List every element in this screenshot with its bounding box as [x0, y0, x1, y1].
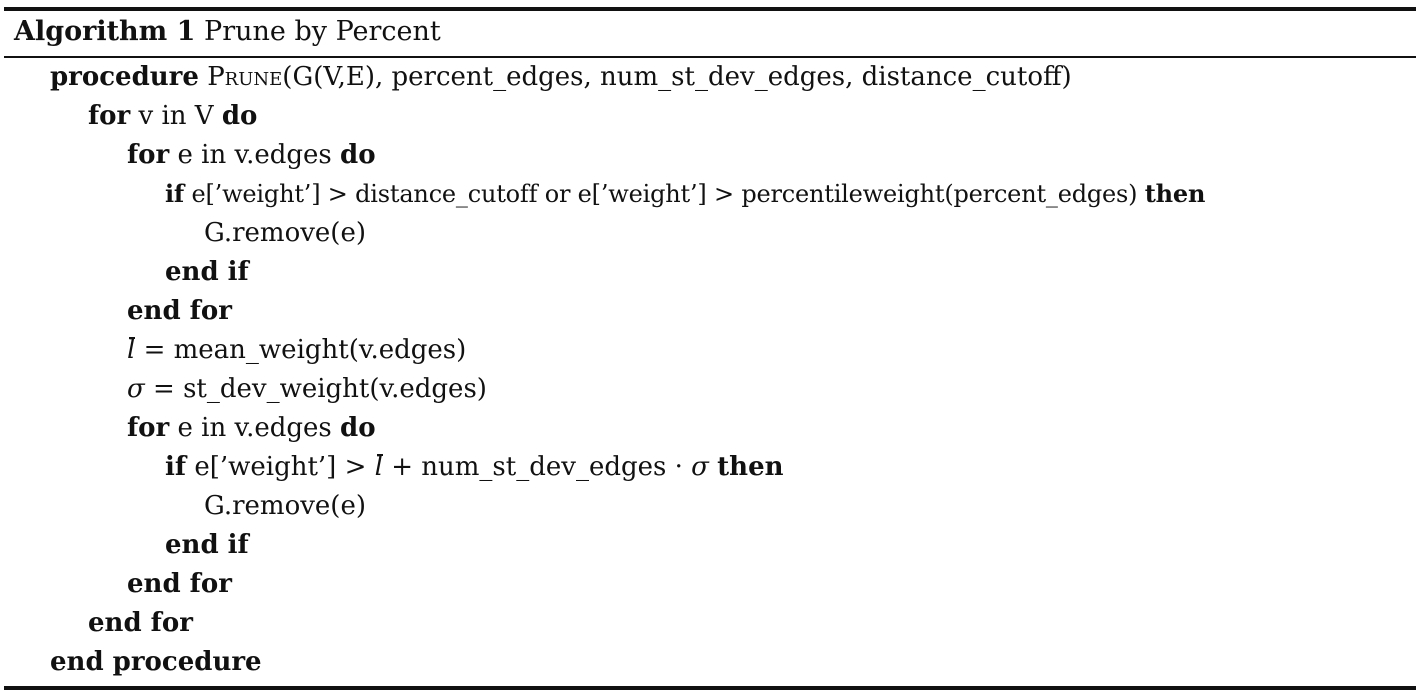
keyword: end procedure — [50, 647, 262, 677]
sigma-symbol: σ — [127, 374, 145, 404]
code-line-5: G.remove(e) — [204, 216, 366, 250]
caption-rule — [4, 56, 1416, 58]
code-line-4: if e[’weight’] > distance_cutoff or e[’w… — [165, 177, 1205, 211]
code-text: G.remove(e) — [204, 491, 366, 521]
keyword: if — [165, 179, 185, 208]
bottom-rule — [4, 686, 1416, 690]
code-line-11: if e[’weight’] > l + num_st_dev_edges · … — [165, 450, 784, 484]
procedure-args: (G(V,E), percent_edges, num_st_dev_edges… — [282, 62, 1072, 92]
procedure-name: Prune — [207, 62, 283, 92]
algorithm-caption: Algorithm 1 Prune by Percent — [14, 15, 441, 49]
code-text: G.remove(e) — [204, 218, 366, 248]
keyword: end for — [127, 569, 232, 599]
code-text: e[’weight’] > distance_cutoff or e[’weig… — [191, 180, 1138, 208]
caption-title: Prune by Percent — [204, 16, 441, 47]
keyword: end for — [88, 608, 193, 638]
keyword: for — [127, 140, 170, 170]
caption-label: Algorithm 1 — [14, 16, 196, 47]
code-text: v in V — [138, 101, 214, 131]
keyword: end if — [165, 530, 249, 560]
code-line-7: end for — [127, 294, 232, 328]
code-line-16: end procedure — [50, 645, 262, 679]
keyword: procedure — [50, 62, 199, 92]
keyword: end for — [127, 296, 232, 326]
keyword: do — [340, 140, 376, 170]
code-text: e[’weight’] > — [194, 452, 367, 482]
keyword: do — [340, 413, 376, 443]
keyword: if — [165, 452, 187, 482]
code-line-10: for e in v.edges do — [127, 411, 376, 445]
algorithm-block: Algorithm 1 Prune by Percent procedure P… — [4, 7, 1416, 690]
keyword: then — [717, 452, 784, 482]
code-text: + num_st_dev_edges · — [391, 452, 683, 482]
code-line-3: for e in v.edges do — [127, 138, 376, 172]
top-rule — [4, 7, 1416, 11]
code-text: = mean_weight(v.edges) — [143, 335, 467, 365]
code-text: = st_dev_weight(v.edges) — [153, 374, 487, 404]
keyword: end if — [165, 257, 249, 287]
keyword: do — [221, 101, 258, 131]
code-line-9: σ = st_dev_weight(v.edges) — [127, 372, 487, 406]
sigma-symbol: σ — [691, 452, 709, 482]
code-line-12: G.remove(e) — [204, 489, 366, 523]
keyword: for — [127, 413, 170, 443]
code-line-8: l = mean_weight(v.edges) — [127, 333, 466, 367]
code-text: e in v.edges — [177, 413, 332, 443]
code-line-13: end if — [165, 528, 249, 562]
keyword: for — [88, 101, 131, 131]
code-line-15: end for — [88, 606, 193, 640]
code-text: e in v.edges — [177, 140, 332, 170]
keyword: then — [1144, 179, 1206, 208]
code-line-1: procedure Prune(G(V,E), percent_edges, n… — [50, 60, 1072, 94]
code-line-14: end for — [127, 567, 232, 601]
l-bar-symbol: l — [127, 335, 136, 365]
code-line-2: for v in V do — [88, 99, 257, 133]
l-bar-symbol: l — [374, 452, 384, 482]
code-line-6: end if — [165, 255, 249, 289]
